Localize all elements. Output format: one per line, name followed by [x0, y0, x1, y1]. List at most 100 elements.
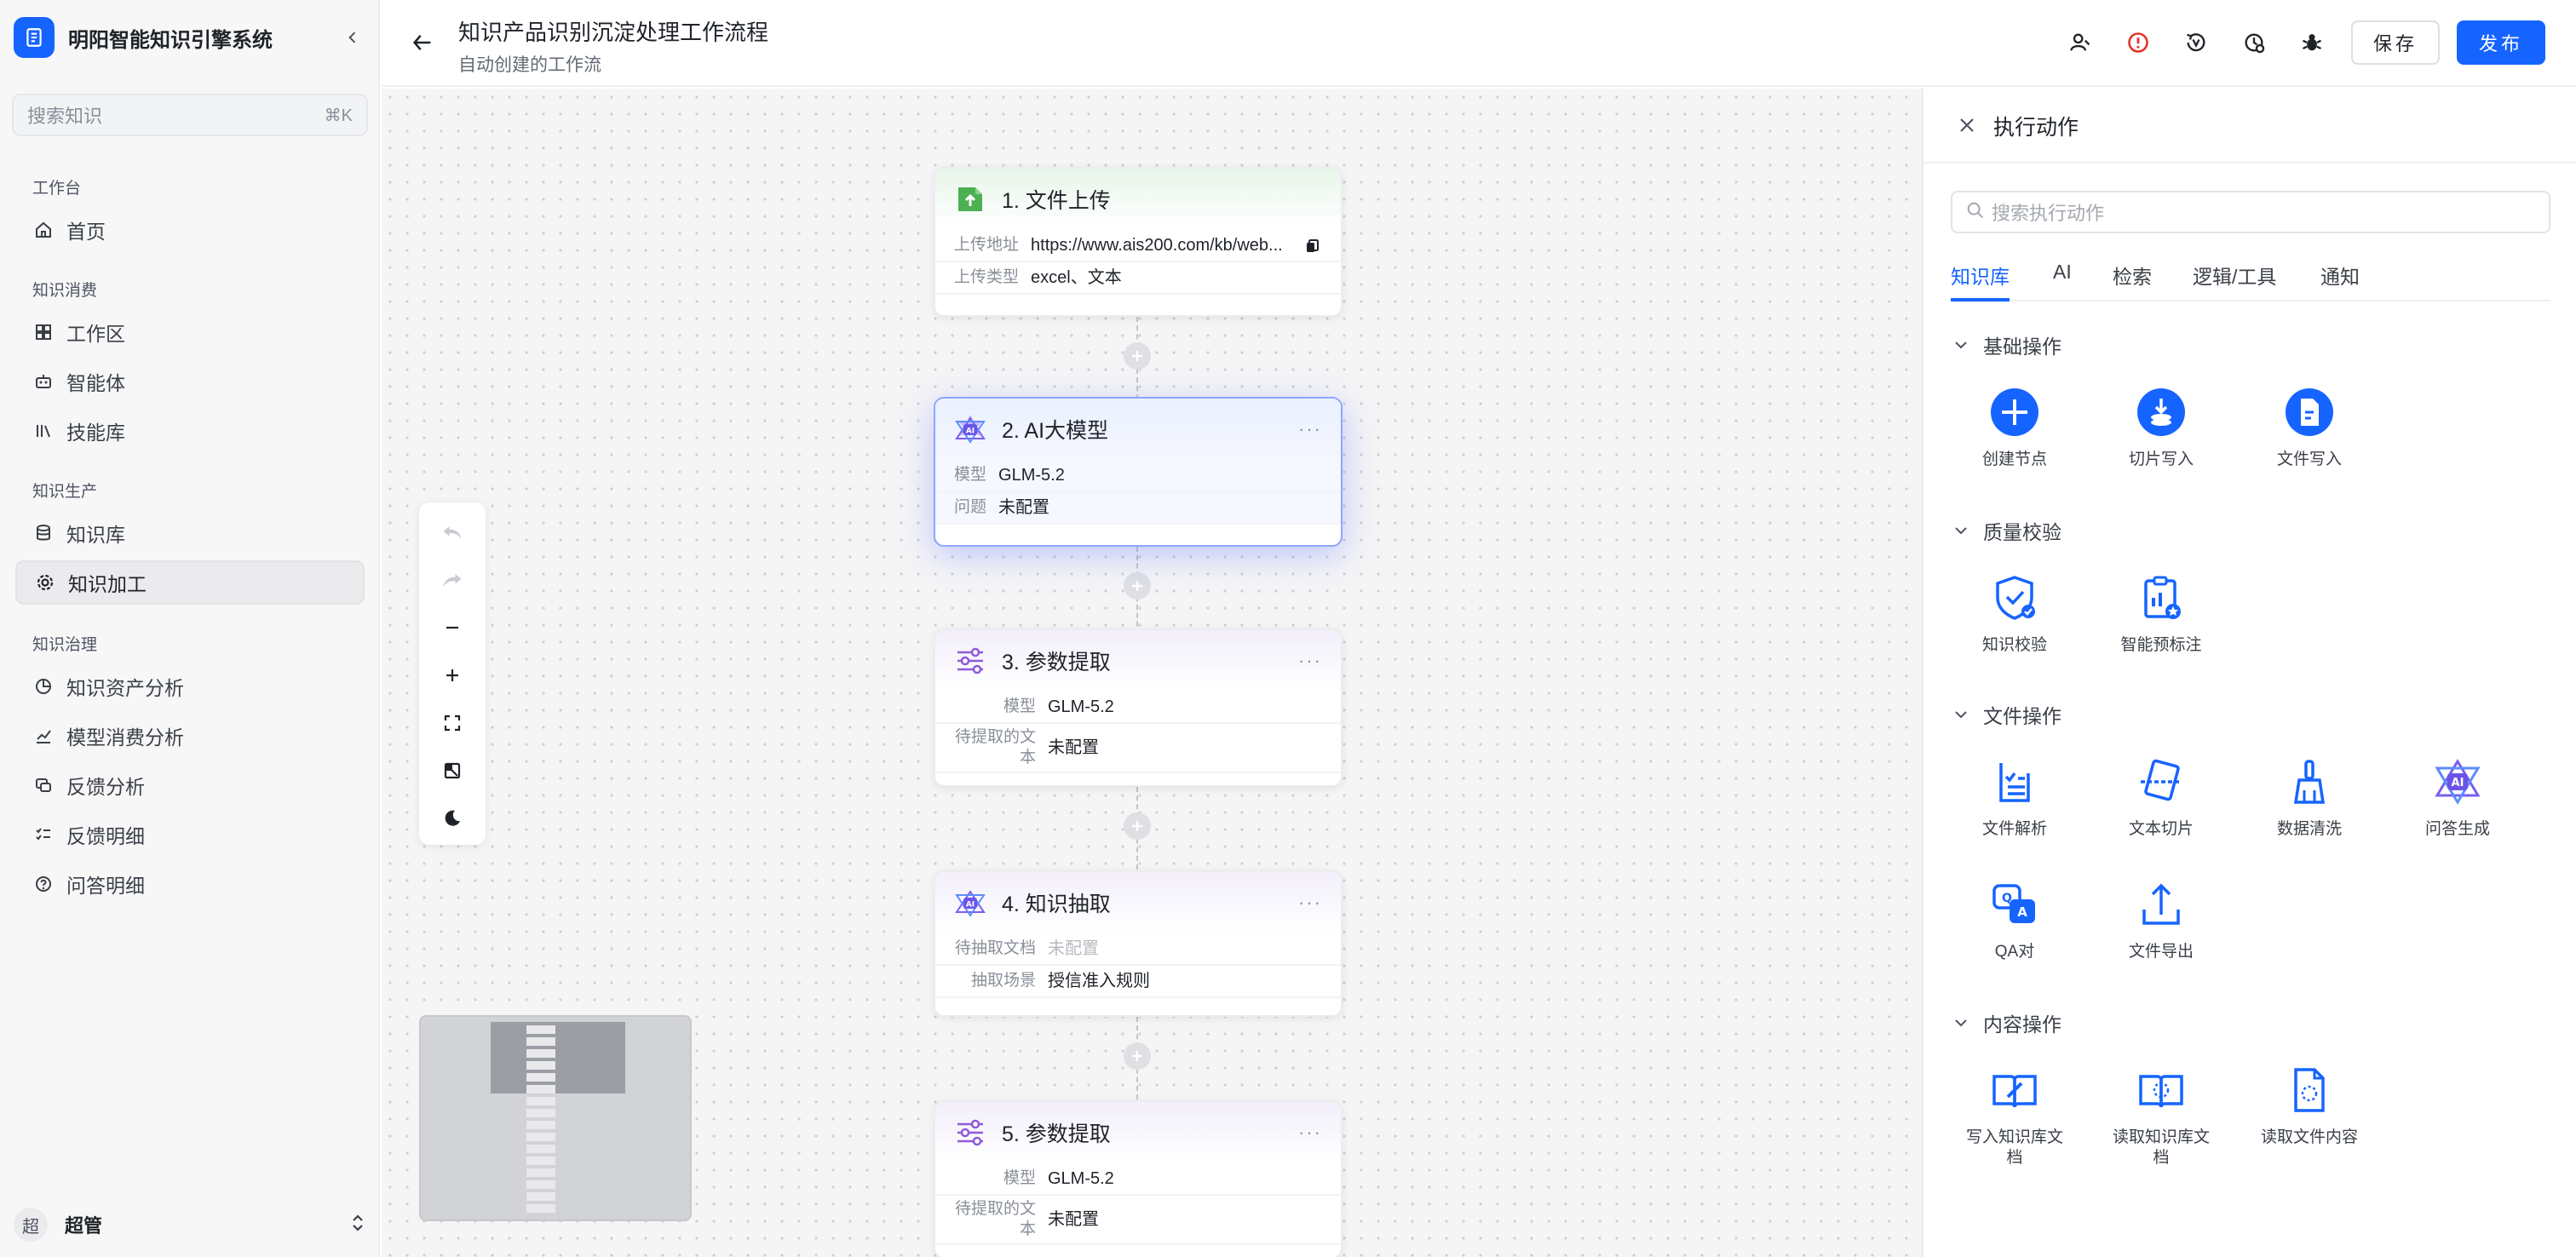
tab-knowledge-base[interactable]: 知识库: [1951, 261, 2010, 301]
minimap-node: [526, 1025, 555, 1034]
action-file-parse[interactable]: 文件解析: [1951, 755, 2079, 840]
group-file-ops[interactable]: 文件操作: [1951, 700, 2061, 729]
action-write-kb-doc[interactable]: 写入知识库文档: [1951, 1063, 2079, 1168]
more-options-icon[interactable]: ···: [1298, 418, 1322, 440]
nav-item-home[interactable]: 首页: [15, 208, 365, 252]
knowledge-search-input[interactable]: 搜索知识 ⌘K: [12, 94, 368, 136]
version-history-icon[interactable]: [2181, 27, 2211, 58]
action-qa-pair[interactable]: QA QA对: [1951, 877, 2079, 962]
robot-icon: [32, 370, 55, 393]
sliders-icon: [954, 645, 986, 677]
canvas-minimap[interactable]: [419, 1015, 692, 1221]
nav-item-model-consumption[interactable]: 模型消费分析: [15, 714, 365, 758]
workflow-canvas[interactable]: 1. 文件上传 上传地址 https://www.ais200.com/kb/w…: [382, 89, 1922, 1257]
add-node-plus-icon[interactable]: [1124, 342, 1151, 370]
ai-icon: AI: [2430, 755, 2485, 809]
add-node-plus-icon[interactable]: [1124, 572, 1151, 600]
workflow-node-knowledge-extract[interactable]: AI 4. 知识抽取 ··· 待抽取文档 未配置 抽取场景 授信准入规则: [934, 870, 1343, 1017]
field-value: 未配置: [1048, 939, 1099, 958]
run-history-icon[interactable]: [2239, 27, 2269, 58]
minimap-toggle-icon[interactable]: [436, 755, 469, 787]
qa-bubbles-icon: QA: [1987, 877, 2042, 932]
workflow-header: 知识产品识别沉淀处理工作流程 自动创建的工作流 保存 发布: [382, 0, 2576, 87]
app-name: 明阳智能知识引擎系统: [68, 28, 273, 52]
zoom-out-icon[interactable]: [436, 611, 469, 644]
group-basic-ops[interactable]: 基础操作: [1951, 330, 2061, 359]
bar-chart-icon: [32, 725, 55, 747]
nav-section-governance: 知识治理: [32, 636, 98, 654]
collaborator-icon[interactable]: [2065, 27, 2096, 58]
node-field: 上传地址 https://www.ais200.com/kb/web...: [935, 230, 1341, 262]
workflow-node-file-upload[interactable]: 1. 文件上传 上传地址 https://www.ais200.com/kb/w…: [934, 167, 1343, 317]
nav-item-skills[interactable]: 技能库: [15, 409, 365, 453]
copy-icon[interactable]: [1303, 237, 1322, 255]
tab-ai[interactable]: AI: [2053, 261, 2072, 301]
tab-notification[interactable]: 通知: [2320, 261, 2360, 301]
nav-item-knowledge-processing[interactable]: 知识加工: [15, 560, 365, 605]
action-file-export[interactable]: 文件导出: [2097, 877, 2225, 962]
undo-icon[interactable]: [436, 516, 469, 548]
action-file-write[interactable]: 文件写入: [2245, 385, 2373, 470]
minimap-node: [526, 1157, 555, 1165]
group-title: 质量校验: [1983, 521, 2061, 543]
chevron-down-icon: [1951, 1013, 1971, 1033]
workflow-node-ai-model[interactable]: AI 2. AI大模型 ··· 模型 GLM-5.2 问题 未配置: [934, 397, 1343, 547]
zoom-in-icon[interactable]: [436, 659, 469, 692]
action-smart-annotate[interactable]: 智能预标注: [2097, 571, 2225, 656]
nav-item-workspace[interactable]: 工作区: [15, 310, 365, 354]
add-node-plus-icon[interactable]: [1124, 1042, 1151, 1070]
action-search-input[interactable]: 搜索执行动作: [1951, 191, 2550, 233]
field-value: 未配置: [1048, 738, 1099, 757]
debug-bug-icon[interactable]: [2297, 27, 2327, 58]
action-data-clean[interactable]: 数据清洗: [2245, 755, 2373, 840]
collapse-sidebar-icon[interactable]: [339, 24, 366, 51]
search-placeholder: 搜索知识: [27, 106, 103, 127]
nav-item-asset-analysis[interactable]: 知识资产分析: [15, 664, 365, 709]
nav-item-feedback-analysis[interactable]: 反馈分析: [15, 763, 365, 807]
more-options-icon[interactable]: ···: [1298, 892, 1322, 914]
back-arrow-icon[interactable]: [407, 27, 438, 58]
action-create-node[interactable]: 创建节点: [1951, 385, 2079, 470]
more-options-icon[interactable]: ···: [1298, 650, 1322, 672]
node-header: 5. 参数提取 ···: [935, 1102, 1341, 1163]
dark-mode-moon-icon[interactable]: [436, 802, 469, 835]
add-node-plus-icon[interactable]: [1124, 812, 1151, 840]
publish-button[interactable]: 发布: [2457, 20, 2545, 65]
more-options-icon[interactable]: ···: [1298, 1122, 1322, 1144]
search-icon: [1966, 201, 1985, 224]
action-read-file[interactable]: 读取文件内容: [2245, 1063, 2373, 1148]
action-text-slice[interactable]: 文本切片: [2097, 755, 2225, 840]
action-read-kb-doc[interactable]: 读取知识库文档: [2097, 1063, 2225, 1168]
fit-view-icon[interactable]: [436, 707, 469, 739]
nav-section-workbench: 工作台: [32, 180, 82, 198]
library-icon: [32, 420, 55, 442]
export-upload-icon: [2134, 877, 2188, 932]
redo-icon[interactable]: [436, 564, 469, 596]
minimap-node: [526, 1061, 555, 1070]
minimap-node: [526, 1037, 555, 1046]
action-slice-write[interactable]: 切片写入: [2097, 385, 2225, 470]
node-field: 问题 未配置: [935, 492, 1341, 525]
workflow-node-param-extract[interactable]: 3. 参数提取 ··· 模型 GLM-5.2 待提取的文本 未配置: [934, 628, 1343, 787]
workflow-node-param-extract-2[interactable]: 5. 参数提取 ··· 模型 GLM-5.2 待提取的文本 未配置: [934, 1100, 1343, 1257]
tab-logic-tools[interactable]: 逻辑/工具: [2193, 261, 2276, 301]
action-label: 读取文件内容: [2260, 1128, 2358, 1146]
nav-item-qa-detail[interactable]: 问答明细: [15, 862, 365, 906]
warning-icon[interactable]: [2123, 27, 2153, 58]
nav-item-knowledge-base[interactable]: 知识库: [15, 511, 365, 555]
nav-item-feedback-detail[interactable]: 反馈明细: [15, 812, 365, 857]
user-name: 超管: [65, 1215, 103, 1237]
panel-header: 执行动作: [1923, 89, 2576, 164]
user-switcher[interactable]: 超 超管: [14, 1204, 366, 1245]
nav-item-agents[interactable]: 智能体: [15, 359, 365, 404]
save-button[interactable]: 保存: [2351, 20, 2440, 65]
action-qa-generate[interactable]: AI 问答生成: [2394, 755, 2521, 840]
group-content-ops[interactable]: 内容操作: [1951, 1008, 2061, 1037]
minimap-viewport[interactable]: [491, 1022, 625, 1093]
field-key: 待提取的文本: [954, 1199, 1036, 1240]
close-icon[interactable]: [1952, 111, 1981, 140]
group-quality-check[interactable]: 质量校验: [1951, 516, 2061, 545]
action-knowledge-check[interactable]: 知识校验: [1951, 571, 2079, 656]
tab-retrieval[interactable]: 检索: [2113, 261, 2152, 301]
node-field: 模型 GLM-5.2: [935, 692, 1341, 724]
